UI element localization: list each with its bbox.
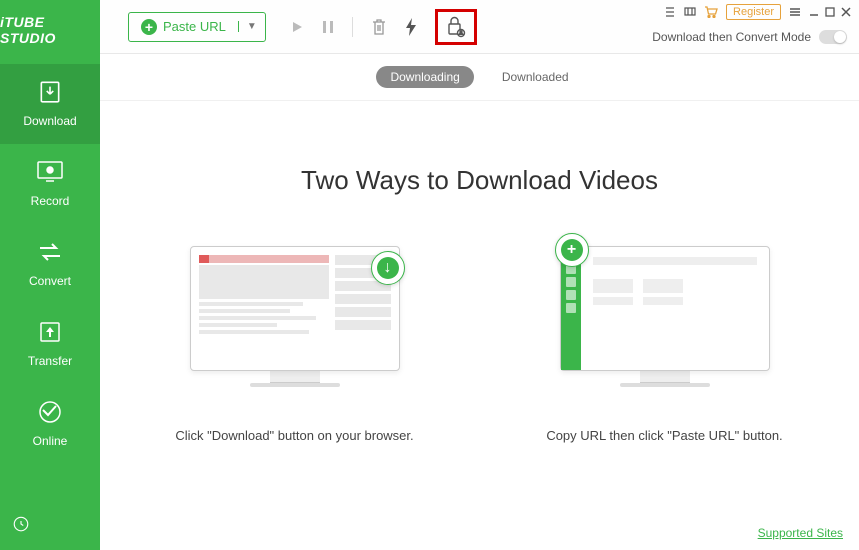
convert-icon <box>36 238 64 266</box>
tabs: Downloading Downloaded <box>100 54 859 101</box>
record-icon <box>36 158 64 186</box>
highlighted-lock-button <box>435 9 477 45</box>
cart-icon[interactable] <box>704 6 718 18</box>
supported-sites-link[interactable]: Supported Sites <box>758 526 843 540</box>
lightning-icon[interactable] <box>405 18 417 36</box>
plus-badge: + <box>555 233 589 267</box>
lock-person-icon[interactable] <box>446 16 466 38</box>
tab-downloading[interactable]: Downloading <box>376 66 473 88</box>
nav-label: Record <box>31 194 70 208</box>
play-icon[interactable] <box>290 20 304 34</box>
sidebar: iTUBE STUDIO Download Record Convert Tra… <box>0 0 100 550</box>
nav-convert[interactable]: Convert <box>0 224 100 304</box>
nav-transfer[interactable]: Transfer <box>0 304 100 384</box>
nav-label: Download <box>23 114 76 128</box>
clock-icon[interactable] <box>12 515 30 538</box>
headline: Two Ways to Download Videos <box>301 165 658 196</box>
convert-mode-toggle[interactable] <box>819 30 847 44</box>
trash-icon[interactable] <box>371 18 387 36</box>
app-illustration: + <box>560 246 770 396</box>
pause-icon[interactable] <box>322 20 334 34</box>
content: Two Ways to Download Videos ↓ <box>100 101 859 550</box>
list-icon[interactable] <box>664 6 676 18</box>
separator <box>352 17 353 37</box>
nav-download[interactable]: Download <box>0 64 100 144</box>
nav-label: Online <box>33 434 68 448</box>
card-paste-url: + <box>535 246 795 446</box>
caption-left: Click "Download" button on your browser. <box>175 426 413 446</box>
minimize-icon[interactable] <box>809 7 819 17</box>
browser-illustration: ↓ <box>190 246 400 396</box>
app-logo: iTUBE STUDIO <box>0 0 100 64</box>
paste-url-button[interactable]: + Paste URL ▼ <box>128 12 266 42</box>
transfer-icon <box>36 318 64 346</box>
caption-right: Copy URL then click "Paste URL" button. <box>546 426 782 446</box>
paste-url-label: Paste URL <box>163 19 226 34</box>
convert-mode-row: Download then Convert Mode <box>652 30 847 44</box>
nav-online[interactable]: Online <box>0 384 100 464</box>
download-icon <box>36 78 64 106</box>
main-area: + Paste URL ▼ <box>100 0 859 550</box>
paste-url-dropdown[interactable]: ▼ <box>238 21 265 32</box>
nav-label: Convert <box>29 274 71 288</box>
window-controls-area: Register <box>664 4 851 20</box>
online-icon <box>36 398 64 426</box>
card-browser-download: ↓ <box>165 246 425 446</box>
close-icon[interactable] <box>841 7 851 17</box>
download-arrow-badge: ↓ <box>371 251 405 285</box>
maximize-icon[interactable] <box>825 7 835 17</box>
menu-icon[interactable] <box>789 6 801 18</box>
cards-row: ↓ <box>165 246 795 446</box>
paste-url-main[interactable]: + Paste URL <box>129 19 238 35</box>
plus-icon: + <box>141 19 157 35</box>
register-button[interactable]: Register <box>726 4 781 20</box>
tab-downloaded[interactable]: Downloaded <box>488 66 583 88</box>
mode-label: Download then Convert Mode <box>652 30 811 44</box>
topbar: + Paste URL ▼ <box>100 0 859 54</box>
feedback-icon[interactable] <box>684 6 696 18</box>
nav-record[interactable]: Record <box>0 144 100 224</box>
nav-label: Transfer <box>28 354 72 368</box>
